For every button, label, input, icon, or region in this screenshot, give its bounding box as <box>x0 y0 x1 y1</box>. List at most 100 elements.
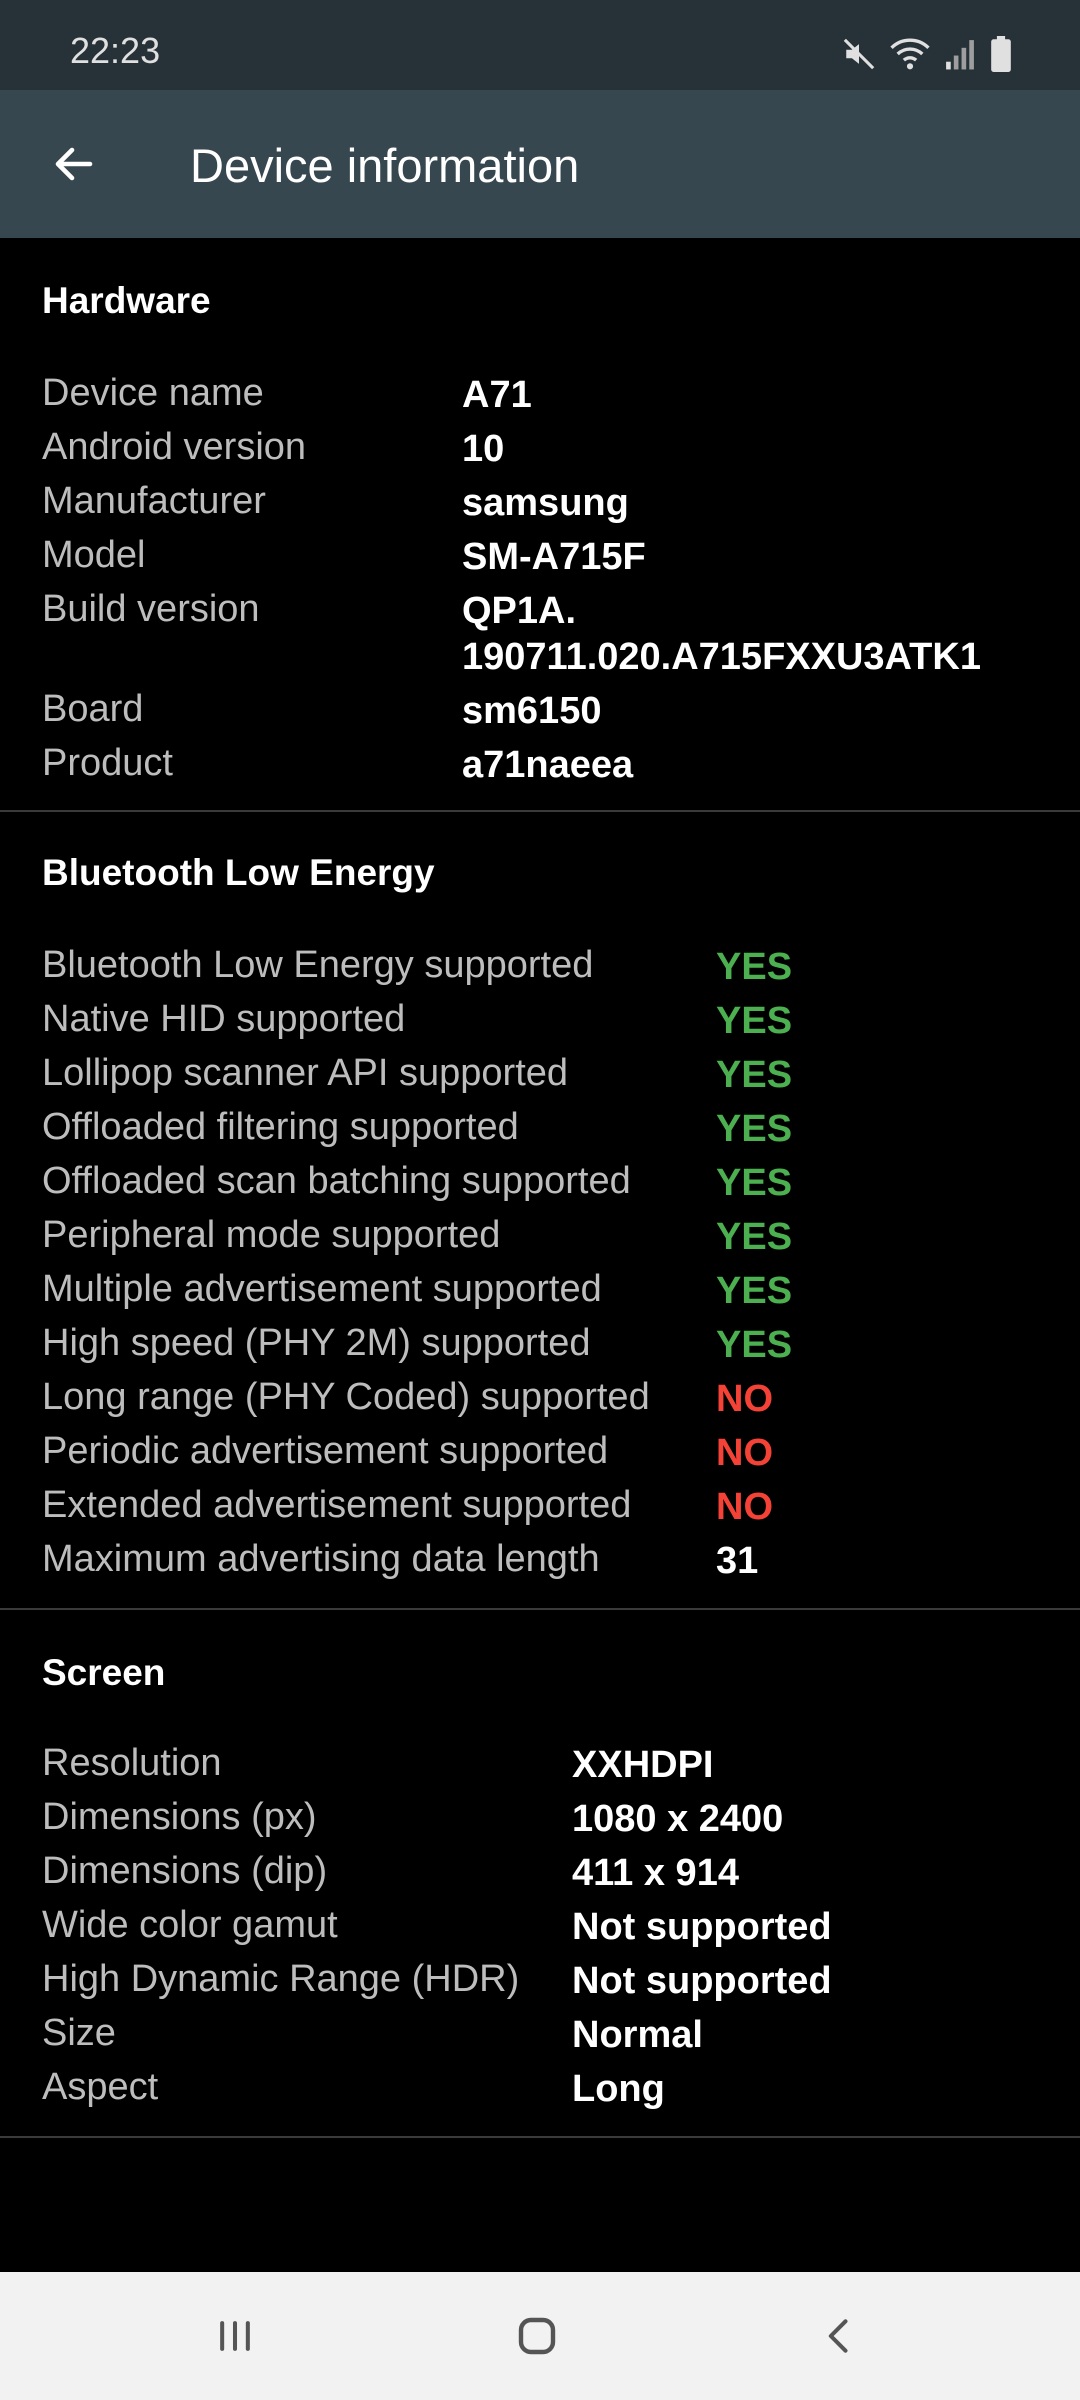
row-value: samsung <box>462 482 629 524</box>
row-label: Wide color gamut <box>42 1904 338 1946</box>
row-value-continued: 190711.020.A715FXXU3ATK1 <box>462 636 981 678</box>
status-value: NO <box>716 1486 773 1528</box>
row-label: Product <box>42 742 173 784</box>
row-value: 31 <box>716 1540 759 1582</box>
row-label: Offloaded filtering supported <box>42 1106 519 1148</box>
info-row: Bluetooth Low Energy supported YES <box>0 944 1080 998</box>
ble-section: Bluetooth Low Energy Bluetooth Low Energ… <box>0 812 1080 1610</box>
row-label: Lollipop scanner API supported <box>42 1052 569 1094</box>
row-value: A71 <box>462 374 532 416</box>
back-nav-button[interactable] <box>790 2296 890 2376</box>
row-label: Periodic advertisement supported <box>42 1430 609 1472</box>
status-value: YES <box>716 1108 793 1150</box>
status-value: YES <box>716 1324 793 1366</box>
signal-icon <box>944 37 976 71</box>
row-value: SM-A715F <box>462 536 646 578</box>
info-row: Multiple advertisement supported YES <box>0 1268 1080 1322</box>
row-label: Model <box>42 534 146 576</box>
status-value: NO <box>716 1378 773 1420</box>
info-row: Native HID supported YES <box>0 998 1080 1052</box>
row-value: 411 x 914 <box>572 1852 739 1894</box>
row-label: Device name <box>42 372 264 414</box>
status-icons <box>842 30 1012 78</box>
row-label: Peripheral mode supported <box>42 1214 501 1256</box>
row-value: Not supported <box>572 1906 832 1948</box>
info-row: Product a71naeea <box>0 742 1080 796</box>
mute-icon <box>842 37 876 71</box>
section-title-screen: Screen <box>42 1652 166 1693</box>
row-label: Board <box>42 688 144 730</box>
row-value: 10 <box>462 428 505 470</box>
info-row: Resolution XXHDPI <box>0 1742 1080 1796</box>
wifi-icon <box>890 37 930 71</box>
status-value: YES <box>716 1000 793 1042</box>
battery-icon <box>990 36 1012 72</box>
info-row: High speed (PHY 2M) supported YES <box>0 1322 1080 1376</box>
section-title-hardware: Hardware <box>42 280 211 321</box>
row-label: Bluetooth Low Energy supported <box>42 944 594 986</box>
row-label: Offloaded scan batching supported <box>42 1160 631 1202</box>
status-value: YES <box>716 1162 793 1204</box>
app-bar: Device information <box>0 90 1080 238</box>
arrow-left-icon <box>55 147 93 181</box>
info-row: Model SM-A715F <box>0 534 1080 588</box>
info-row: Long range (PHY Coded) supported NO <box>0 1376 1080 1430</box>
navigation-bar <box>0 2272 1080 2400</box>
info-row: Aspect Long <box>0 2066 1080 2120</box>
row-label: Extended advertisement supported <box>42 1484 632 1526</box>
row-label: Maximum advertising data length <box>42 1538 600 1580</box>
info-row: Extended advertisement supported NO <box>0 1484 1080 1538</box>
row-label: Dimensions (px) <box>42 1796 317 1838</box>
row-label: High Dynamic Range (HDR) <box>42 1958 520 2000</box>
status-value: YES <box>716 1270 793 1312</box>
row-value: Long <box>572 2068 665 2110</box>
page-title: Device information <box>190 139 580 192</box>
info-row: Offloaded filtering supported YES <box>0 1106 1080 1160</box>
info-row: Periodic advertisement supported NO <box>0 1430 1080 1484</box>
row-label: High speed (PHY 2M) supported <box>42 1322 591 1364</box>
home-button[interactable] <box>487 2296 587 2376</box>
info-row: High Dynamic Range (HDR) Not supported <box>0 1958 1080 2012</box>
row-label: Size <box>42 2012 116 2054</box>
info-row: Device name A71 <box>0 372 1080 426</box>
status-value: YES <box>716 1054 793 1096</box>
row-label: Multiple advertisement supported <box>42 1268 602 1310</box>
info-row: Wide color gamut Not supported <box>0 1904 1080 1958</box>
info-row: Dimensions (px) 1080 x 2400 <box>0 1796 1080 1850</box>
row-value: QP1A. <box>462 590 577 632</box>
row-label: Manufacturer <box>42 480 266 522</box>
info-row: Maximum advertising data length 31 <box>0 1538 1080 1592</box>
back-nav-icon <box>828 2319 848 2353</box>
row-value: sm6150 <box>462 690 602 732</box>
recents-button[interactable] <box>185 2296 285 2376</box>
info-row: Dimensions (dip) 411 x 914 <box>0 1850 1080 1904</box>
row-label: Dimensions (dip) <box>42 1850 328 1892</box>
info-row: Offloaded scan batching supported YES <box>0 1160 1080 1214</box>
info-row: Build version QP1A. 190711.020.A715FXXU3… <box>0 588 1080 688</box>
section-title-ble: Bluetooth Low Energy <box>42 852 435 893</box>
info-row: Peripheral mode supported YES <box>0 1214 1080 1268</box>
status-time: 22:23 <box>70 30 161 71</box>
status-bar: 22:23 <box>0 0 1080 90</box>
row-label: Native HID supported <box>42 998 406 1040</box>
row-label: Aspect <box>42 2066 159 2108</box>
recents-icon <box>220 2321 250 2351</box>
info-row: Android version 10 <box>0 426 1080 480</box>
row-value: a71naeea <box>462 744 634 786</box>
row-value: XXHDPI <box>572 1744 714 1786</box>
status-value: YES <box>716 1216 793 1258</box>
row-value: Normal <box>572 2014 703 2056</box>
info-row: Lollipop scanner API supported YES <box>0 1052 1080 1106</box>
info-row: Board sm6150 <box>0 688 1080 742</box>
row-label: Long range (PHY Coded) supported <box>42 1376 650 1418</box>
row-label: Resolution <box>42 1742 222 1784</box>
info-row: Manufacturer samsung <box>0 480 1080 534</box>
back-button[interactable] <box>38 128 110 200</box>
status-value: YES <box>716 946 793 988</box>
row-label: Android version <box>42 426 307 468</box>
content: Hardware Device name A71 Android version… <box>0 238 1080 2138</box>
status-value: NO <box>716 1432 773 1474</box>
info-row: Size Normal <box>0 2012 1080 2066</box>
row-label: Build version <box>42 588 260 630</box>
hardware-section: Hardware Device name A71 Android version… <box>0 238 1080 812</box>
